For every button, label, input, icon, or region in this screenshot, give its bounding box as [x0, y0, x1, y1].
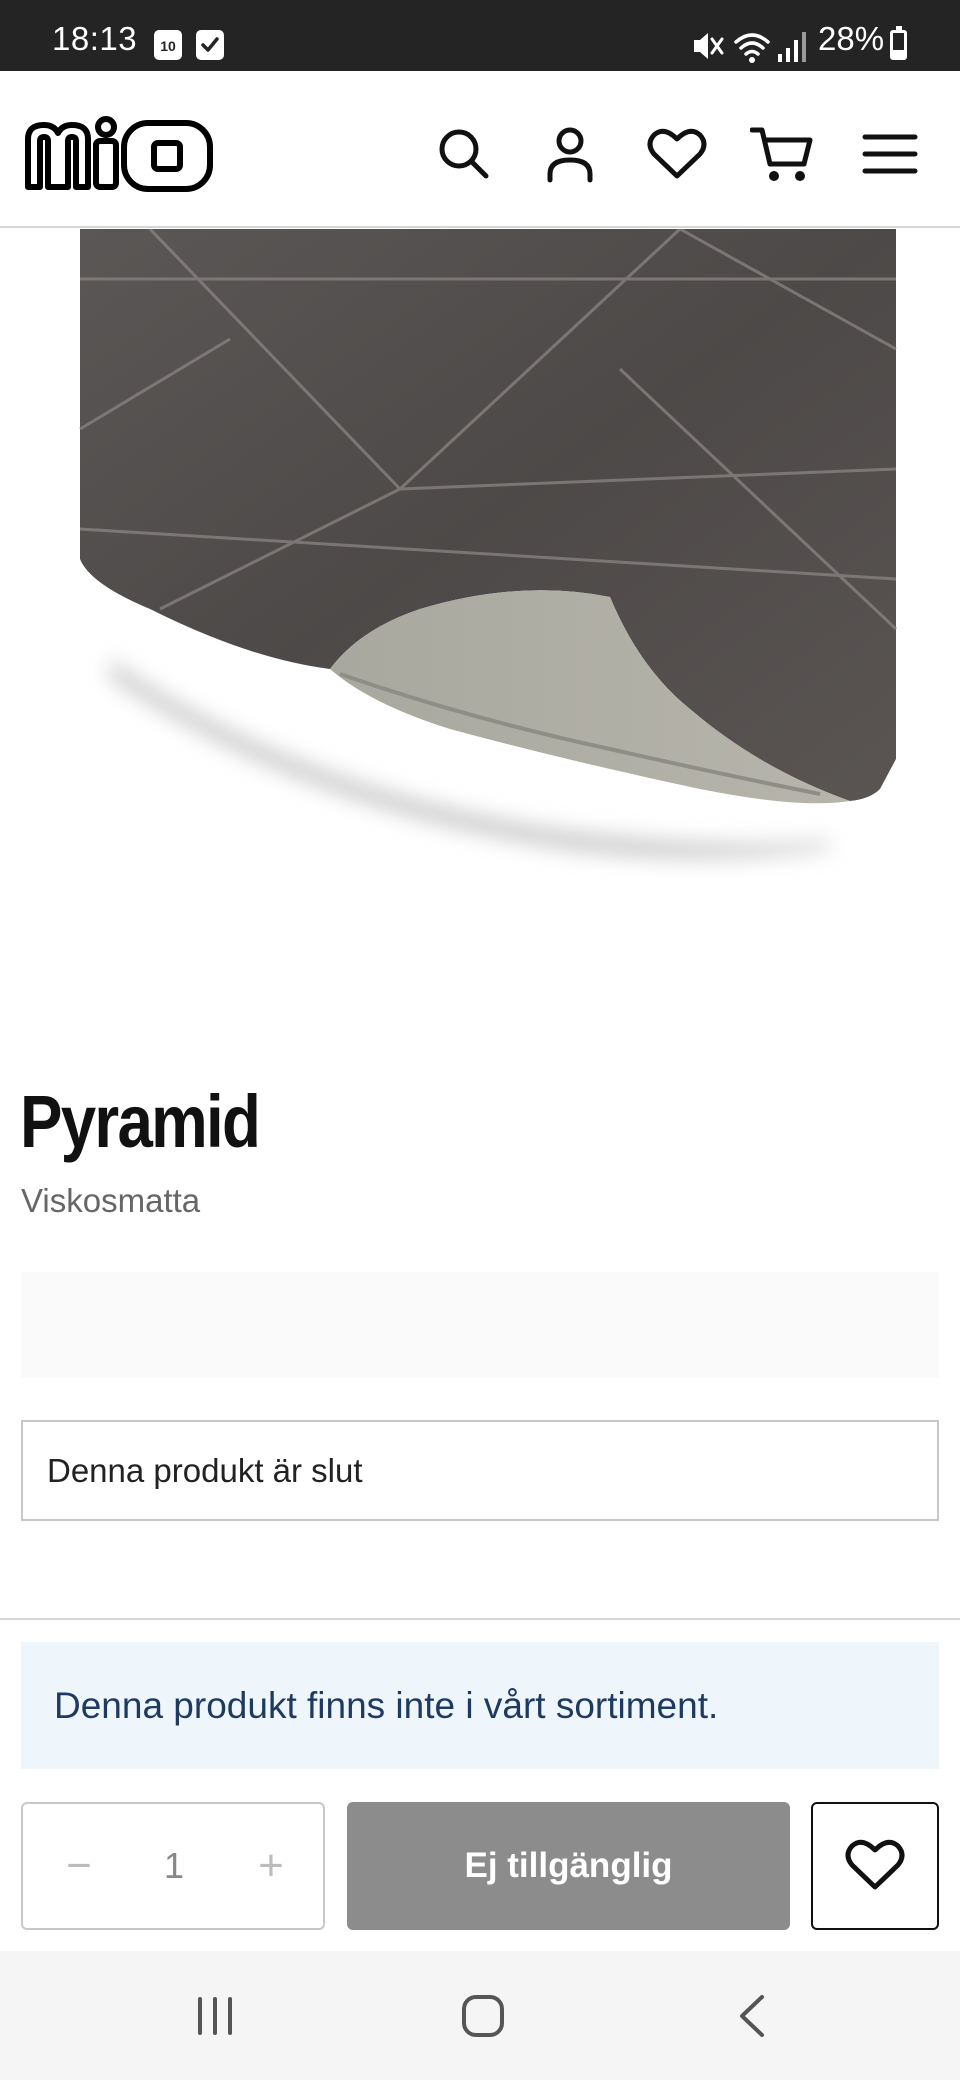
menu-icon[interactable]	[858, 122, 922, 186]
price-placeholder	[21, 1272, 939, 1378]
status-right-icons	[690, 26, 810, 71]
quantity-decrease-button[interactable]: −	[49, 1836, 109, 1896]
cart-icon[interactable]	[750, 122, 814, 186]
mute-icon	[694, 33, 724, 59]
stock-status-box: Denna produkt är slut	[21, 1420, 939, 1521]
logo-mark	[25, 116, 213, 192]
wifi-icon	[734, 33, 770, 63]
status-bar: 18:13 10 28%	[0, 0, 960, 71]
recent-apps-icon[interactable]	[180, 1981, 250, 2051]
system-nav-bar	[0, 1951, 960, 2080]
search-icon[interactable]	[432, 122, 496, 186]
info-banner: Denna produkt finns inte i vårt sortimen…	[21, 1642, 939, 1769]
quantity-increase-button[interactable]: +	[241, 1836, 301, 1896]
product-title: Pyramid	[20, 1080, 261, 1163]
info-banner-text: Denna produkt finns inte i vårt sortimen…	[54, 1684, 719, 1726]
battery-percent: 28%	[818, 20, 885, 57]
back-icon[interactable]	[718, 1981, 788, 2051]
add-to-cart-label: Ej tillgänglig	[464, 1846, 673, 1885]
divider	[0, 1618, 960, 1620]
add-to-cart-button[interactable]: Ej tillgänglig	[347, 1802, 790, 1930]
calendar-icon: 10	[154, 30, 182, 60]
stock-status-text: Denna produkt är slut	[47, 1451, 363, 1489]
heart-icon	[844, 1835, 906, 1898]
battery-level	[893, 50, 904, 57]
product-subtitle: Viskosmatta	[21, 1182, 201, 1219]
account-icon[interactable]	[538, 122, 602, 186]
mio-logo[interactable]	[20, 113, 216, 200]
heart-icon[interactable]	[645, 122, 709, 186]
quantity-stepper: − 1 +	[21, 1802, 325, 1930]
quantity-value[interactable]: 1	[143, 1836, 205, 1896]
site-header	[0, 71, 960, 228]
signal-icon	[778, 32, 806, 62]
check-icon	[196, 30, 224, 60]
product-image[interactable]	[0, 227, 960, 1029]
status-time: 18:13	[52, 20, 138, 57]
wishlist-button[interactable]	[811, 1802, 939, 1930]
battery-icon	[890, 26, 907, 60]
rug-illustration	[79, 227, 898, 859]
home-icon[interactable]	[448, 1981, 518, 2051]
